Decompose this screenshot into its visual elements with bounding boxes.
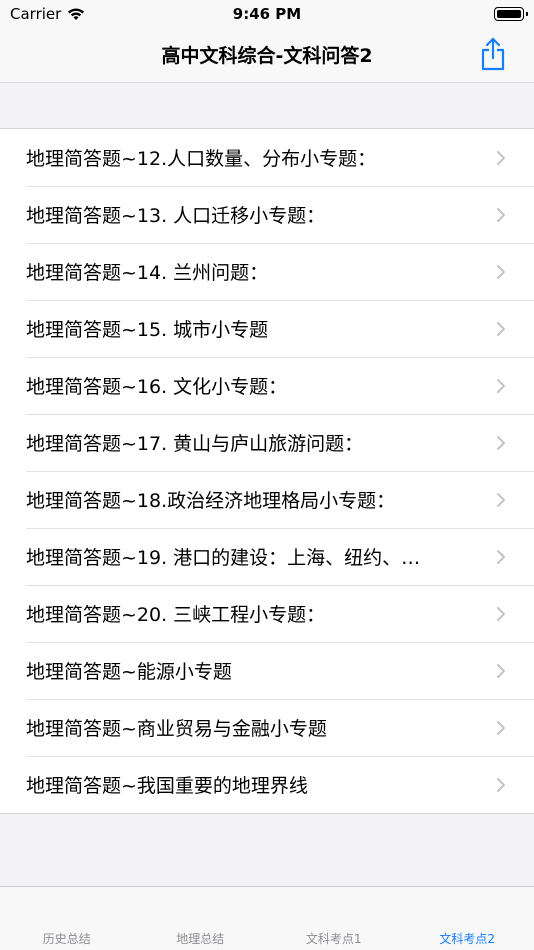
list-item-label: 地理简答题~13. 人口迁移小专题： — [26, 205, 326, 227]
list-item-label: 地理简答题~17. 黄山与庐山旅游问题： — [26, 433, 364, 455]
tab-history-summary[interactable]: 历史总结 — [0, 887, 134, 950]
status-bar: Carrier 9:46 PM — [0, 0, 534, 28]
list-item-label: 地理简答题~15. 城市小专题 — [26, 319, 269, 341]
navigation-bar: 高中文科综合-文科问答2 — [0, 28, 534, 83]
list-item-label: 地理简答题~能源小专题 — [26, 661, 232, 683]
chevron-right-icon — [497, 778, 505, 792]
tab-label: 历史总结 — [42, 932, 91, 946]
chevron-right-icon — [497, 493, 505, 507]
list-item-label: 地理简答题~19. 港口的建设：上海、纽约、… — [26, 547, 421, 569]
list-item[interactable]: 地理简答题~17. 黄山与庐山旅游问题： — [0, 414, 534, 471]
chevron-right-icon — [497, 322, 505, 336]
tab-liberal-arts-points-1[interactable]: 文科考点1 — [267, 887, 401, 950]
list-item-label: 地理简答题~商业贸易与金融小专题 — [26, 718, 327, 740]
chevron-right-icon — [497, 265, 505, 279]
list-item[interactable]: 地理简答题~20. 三峡工程小专题： — [0, 585, 534, 642]
tab-bar: 历史总结 地理总结 文科考点1 文科考点2 — [0, 886, 534, 950]
share-icon — [481, 37, 505, 71]
list-item-label: 地理简答题~20. 三峡工程小专题： — [26, 604, 326, 626]
list-item[interactable]: 地理简答题~商业贸易与金融小专题 — [0, 699, 534, 756]
list-item[interactable]: 地理简答题~我国重要的地理界线 — [0, 756, 534, 813]
list-item[interactable]: 地理简答题~12.人口数量、分布小专题： — [0, 129, 534, 186]
tab-label: 文科考点1 — [305, 932, 362, 946]
chevron-right-icon — [497, 721, 505, 735]
page-title: 高中文科综合-文科问答2 — [161, 45, 373, 67]
list-item-label: 地理简答题~12.人口数量、分布小专题： — [26, 148, 377, 170]
share-button[interactable] — [478, 37, 508, 71]
chevron-right-icon — [497, 151, 505, 165]
list-item-label: 地理简答题~16. 文化小专题： — [26, 376, 288, 398]
list-item-label: 地理简答题~18.政治经济地理格局小专题： — [26, 490, 396, 512]
list-item[interactable]: 地理简答题~14. 兰州问题： — [0, 243, 534, 300]
tab-geography-summary[interactable]: 地理总结 — [134, 887, 268, 950]
list-item-label: 地理简答题~14. 兰州问题： — [26, 262, 269, 284]
chevron-right-icon — [497, 379, 505, 393]
chevron-right-icon — [497, 664, 505, 678]
topic-list: 地理简答题~12.人口数量、分布小专题： 地理简答题~13. 人口迁移小专题： 地理… — [0, 128, 534, 814]
chevron-right-icon — [497, 436, 505, 450]
chevron-right-icon — [497, 607, 505, 621]
battery-icon — [494, 7, 528, 21]
list-item[interactable]: 地理简答题~18.政治经济地理格局小专题： — [0, 471, 534, 528]
list-item[interactable]: 地理简答题~15. 城市小专题 — [0, 300, 534, 357]
tab-label: 地理总结 — [176, 932, 225, 946]
tab-liberal-arts-points-2[interactable]: 文科考点2 — [401, 887, 534, 950]
chevron-right-icon — [497, 208, 505, 222]
status-time: 9:46 PM — [232, 5, 302, 23]
list-item[interactable]: 地理简答题~16. 文化小专题： — [0, 357, 534, 414]
list-item[interactable]: 地理简答题~13. 人口迁移小专题： — [0, 186, 534, 243]
list-item[interactable]: 地理简答题~19. 港口的建设：上海、纽约、… — [0, 528, 534, 585]
chevron-right-icon — [497, 550, 505, 564]
list-item-label: 地理简答题~我国重要的地理界线 — [26, 775, 308, 797]
tab-label: 文科考点2 — [439, 932, 496, 946]
list-item[interactable]: 地理简答题~能源小专题 — [0, 642, 534, 699]
